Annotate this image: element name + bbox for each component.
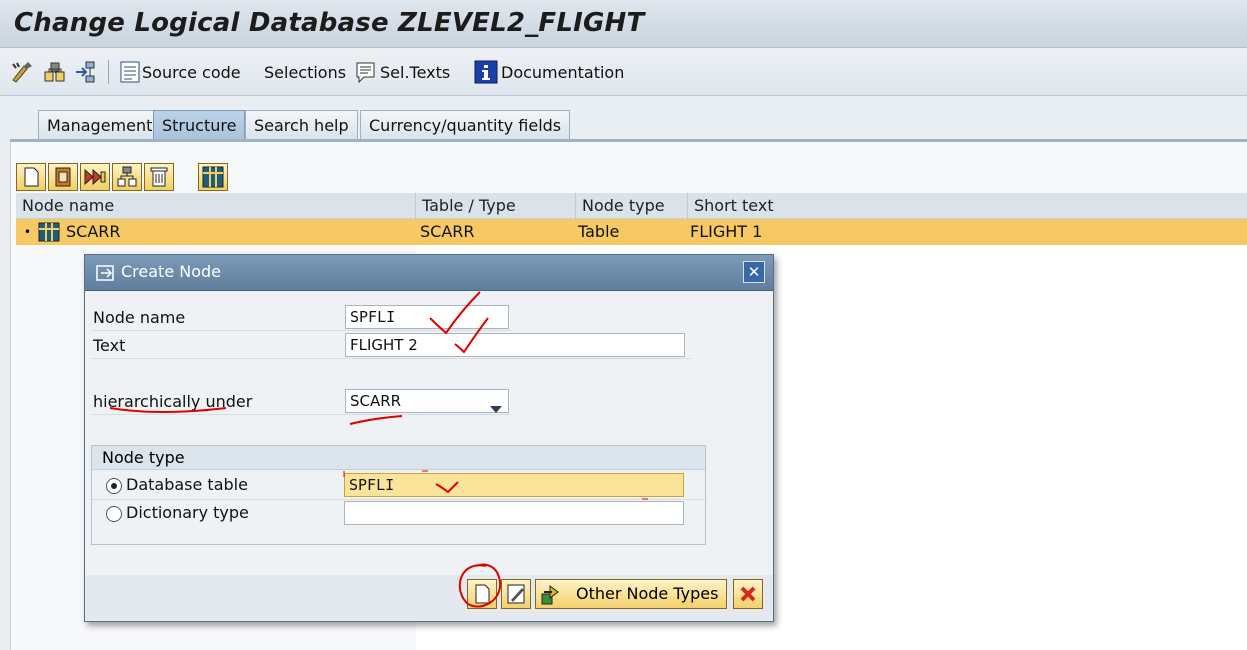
selections-label: Selections [264,62,347,82]
source-code-icon [120,61,140,83]
forward-arrow-icon [540,582,564,615]
where-used-icon[interactable] [74,58,100,86]
create-node-icon [95,263,117,287]
sel-texts-label: Sel.Texts [380,62,451,82]
hierarchically-under-select[interactable]: SCARR [345,389,509,413]
hierarchy-icon [117,166,137,187]
close-icon[interactable]: ✕ [743,261,765,283]
move-arrows-icon [84,168,106,186]
create-button[interactable] [467,579,497,609]
tab-label: Search help [254,116,349,135]
source-code-label: Source code [142,62,241,82]
node-name-label: Node name [93,308,186,327]
dialog-title: Create Node [121,262,222,281]
node-type-group-title: Node type [92,446,705,470]
new-document-icon [24,167,39,187]
other-node-types-button[interactable]: Other Node Types [535,579,727,609]
documentation-button[interactable]: Documentation [474,58,624,86]
database-table-radio[interactable] [106,478,122,494]
application-toolbar: Source code Selections Sel.Texts Documen… [0,48,1247,96]
column-header-short-text: Short text [694,196,774,215]
selections-button[interactable]: Selections [264,58,346,86]
column-header-table-type: Table / Type [416,193,576,219]
tab-label: Structure [162,116,237,135]
column-header-node-name: Node name [16,193,416,219]
tree-bullet-icon: • [24,225,32,239]
check-icon[interactable] [42,58,68,86]
delete-node-button[interactable] [144,163,174,191]
database-table-input[interactable]: SPFLI [344,473,684,497]
window-title: Change Logical Database ZLEVEL2_FLIGHT [14,8,645,38]
info-icon [474,60,498,84]
new-node-button[interactable] [16,163,46,191]
tab-structure[interactable]: Structure [153,110,246,140]
sel-texts-icon [356,62,375,84]
table-node-icon [38,222,60,246]
new-document-icon [475,584,490,604]
cell-node-name: SCARR [66,222,121,241]
trash-icon [150,167,168,187]
documentation-label: Documentation [501,62,625,82]
tree-header: Node name Table / Type Node type Short t… [16,193,1247,219]
hierarchically-under-label: hierarchically under [93,392,253,411]
toolbar-separator [108,60,109,84]
cancel-button[interactable] [733,579,763,609]
cell-table-type: SCARR [420,222,475,241]
dictionary-type-input[interactable] [344,501,684,525]
edit-box-icon [55,167,71,187]
title-bar: Change Logical Database ZLEVEL2_FLIGHT [0,0,1247,48]
node-name-input[interactable]: SPFLI [345,305,509,329]
edit-pencil-icon [507,584,525,604]
cell-short-text: FLIGHT 1 [690,222,763,241]
tab-label: Management [47,116,153,135]
tab-management[interactable]: Management [38,110,162,140]
hierarchically-under-value: SCARR [350,392,402,410]
cell-node-type: Table [578,222,620,241]
tab-search-help[interactable]: Search help [245,110,358,140]
dictionary-type-radio[interactable] [106,506,122,522]
sel-texts-button[interactable]: Sel.Texts [354,58,450,86]
dictionary-type-label: Dictionary type [126,503,249,522]
column-header-node-type: Node type [576,193,688,219]
move-node-button[interactable] [80,163,110,191]
layout-button[interactable] [198,163,228,191]
node-type-group: Node type Database table SPFLI Dictionar… [91,445,706,545]
edit-node-button[interactable] [48,163,78,191]
display-change-icon[interactable] [10,58,36,86]
tab-label: Currency/quantity fields [369,116,562,135]
edit-button[interactable] [501,579,531,609]
table-row[interactable]: • SCARR SCARR Table FLIGHT 1 [16,219,1247,245]
text-input[interactable]: FLIGHT 2 [345,333,685,357]
hierarchy-button[interactable] [112,163,142,191]
tree-toolbar [16,163,230,191]
table-grid-icon [202,166,224,188]
dialog-title-bar: Create Node ✕ [85,255,773,291]
tab-currency-quantity-fields[interactable]: Currency/quantity fields [360,110,571,140]
source-code-button[interactable]: Source code [118,58,241,86]
cancel-x-icon [740,586,756,602]
database-table-label: Database table [126,475,248,494]
text-label: Text [93,336,126,355]
other-node-types-label: Other Node Types [576,584,719,603]
chevron-down-icon[interactable] [490,398,502,420]
create-node-dialog: Create Node ✕ Node name SPFLI Text FLIGH… [84,254,774,622]
